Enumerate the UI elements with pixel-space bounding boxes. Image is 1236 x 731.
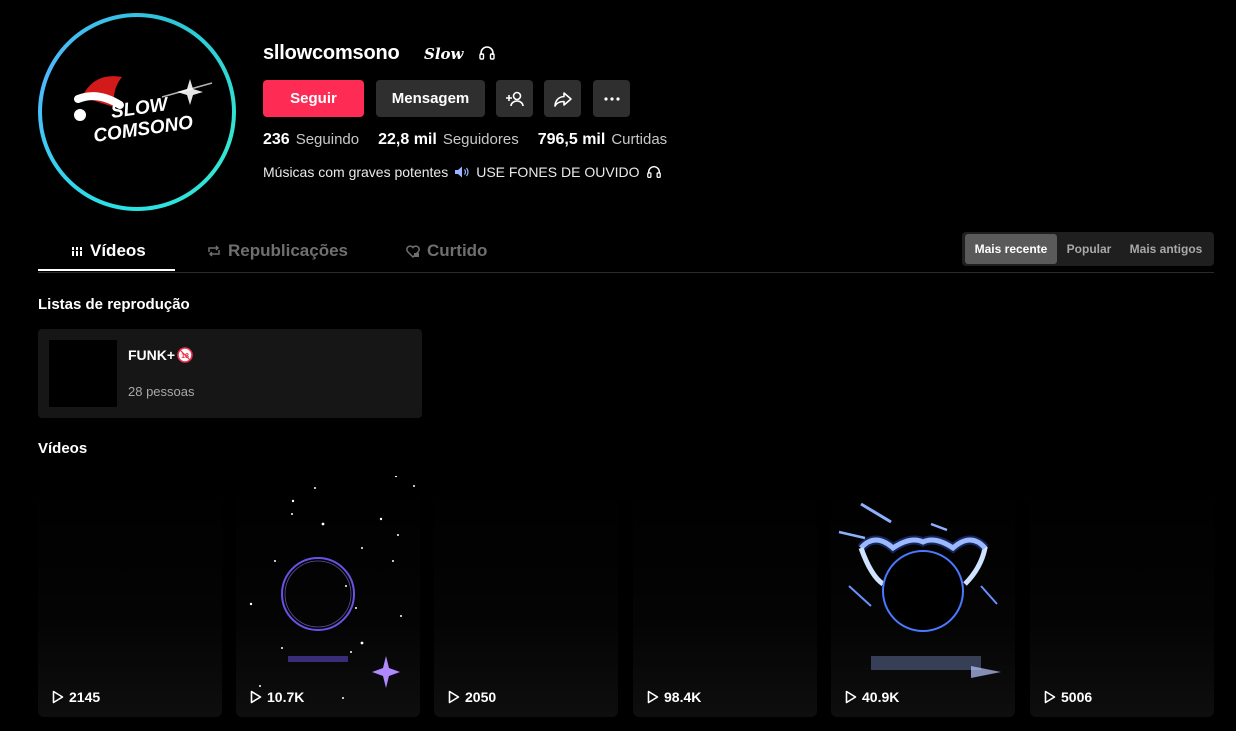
view-count: 2050 [448, 689, 496, 705]
bio-text: Músicas com graves potentes [263, 164, 449, 180]
video-card[interactable]: 2050 [434, 476, 618, 717]
add-user-icon [505, 91, 524, 106]
view-count-text: 10.7K [267, 689, 305, 705]
active-tab-indicator [38, 269, 175, 271]
view-count-text: 2050 [465, 689, 497, 705]
more-icon [603, 96, 620, 101]
video-card[interactable]: 98.4K [633, 476, 817, 717]
profile-stats: 236 Seguindo 22,8 mil Seguidores 796,5 m… [263, 131, 686, 149]
username: sllowcomsono [263, 42, 400, 64]
bio-text-2: USE FONES DE OUVIDO [476, 164, 640, 180]
view-count: 10.7K [250, 689, 304, 705]
view-count-text: 5006 [1061, 689, 1093, 705]
tab-label: Vídeos [90, 241, 146, 260]
view-count-text: 98.4K [664, 689, 702, 705]
play-icon [52, 690, 64, 704]
view-count: 40.9K [845, 689, 899, 705]
playlist-name-row: FUNK+ 18 [128, 347, 193, 363]
play-icon [250, 690, 262, 704]
repost-icon [208, 245, 220, 257]
video-card[interactable]: 5006 [1030, 476, 1214, 717]
stat-label: Seguidores [442, 131, 519, 148]
headphones-icon [646, 166, 661, 178]
play-icon [1044, 690, 1056, 704]
tab-videos[interactable]: Vídeos [70, 232, 146, 270]
heart-lock-icon [406, 245, 420, 259]
tab-label: Republicações [228, 241, 348, 260]
age-badge-text: 18 [181, 353, 189, 360]
playlist-count: 28 pessoas [128, 384, 195, 399]
view-count: 98.4K [647, 689, 701, 705]
avatar-image: SLOW COMSONO [42, 17, 232, 207]
headphones-icon [479, 46, 495, 60]
playlist-name: FUNK+ [128, 347, 176, 363]
sort-option-oldest[interactable]: Mais antigos [1121, 234, 1211, 264]
add-friend-button[interactable] [496, 80, 533, 117]
view-count: 2145 [52, 689, 100, 705]
video-card[interactable]: 40.9K [831, 476, 1015, 717]
bio: Músicas com graves potentes USE FONES DE… [263, 164, 668, 180]
message-button[interactable]: Mensagem [376, 80, 485, 117]
video-card[interactable]: 10.7K [236, 476, 420, 717]
tab-label: Curtido [427, 241, 488, 260]
stat-value: 236 [263, 131, 290, 148]
play-icon [448, 690, 460, 704]
view-count: 5006 [1044, 689, 1092, 705]
share-icon [553, 91, 572, 107]
age-18-badge-icon: 18 [177, 347, 193, 363]
playlist-card[interactable]: FUNK+ 18 28 pessoas [38, 329, 422, 418]
view-count-text: 40.9K [862, 689, 900, 705]
play-icon [845, 690, 857, 704]
play-icon [647, 690, 659, 704]
avatar-logo: SLOW COMSONO [74, 76, 213, 147]
avatar[interactable]: SLOW COMSONO [38, 13, 236, 211]
video-thumbnail [249, 476, 415, 699]
video-thumbnail [838, 502, 1001, 678]
grid-icon [71, 246, 83, 256]
more-options-button[interactable] [593, 80, 630, 117]
stat-followers[interactable]: 22,8 mil Seguidores [378, 131, 519, 149]
sort-control: Mais recente Popular Mais antigos [962, 232, 1214, 266]
follow-button[interactable]: Seguir [263, 80, 364, 117]
stat-following[interactable]: 236 Seguindo [263, 131, 359, 149]
playlists-heading: Listas de reprodução [38, 296, 190, 313]
stat-label: Seguindo [295, 131, 360, 148]
speaker-icon [455, 166, 469, 178]
share-button[interactable] [544, 80, 581, 117]
tab-reposts[interactable]: Republicações [206, 232, 348, 270]
stat-value: 22,8 mil [378, 131, 437, 148]
tab-liked[interactable]: Curtido [405, 232, 487, 270]
view-count-text: 2145 [69, 689, 101, 705]
video-card[interactable]: 2145 [38, 476, 222, 717]
stat-label: Curtidas [611, 131, 668, 148]
stat-likes: 796,5 mil Curtidas [538, 131, 667, 149]
nickname: Slow [424, 45, 464, 63]
videos-heading: Vídeos [38, 440, 88, 457]
playlist-thumbnail [49, 340, 117, 407]
sort-option-recent[interactable]: Mais recente [965, 234, 1057, 264]
sort-option-popular[interactable]: Popular [1059, 234, 1119, 264]
stat-value: 796,5 mil [537, 131, 606, 148]
